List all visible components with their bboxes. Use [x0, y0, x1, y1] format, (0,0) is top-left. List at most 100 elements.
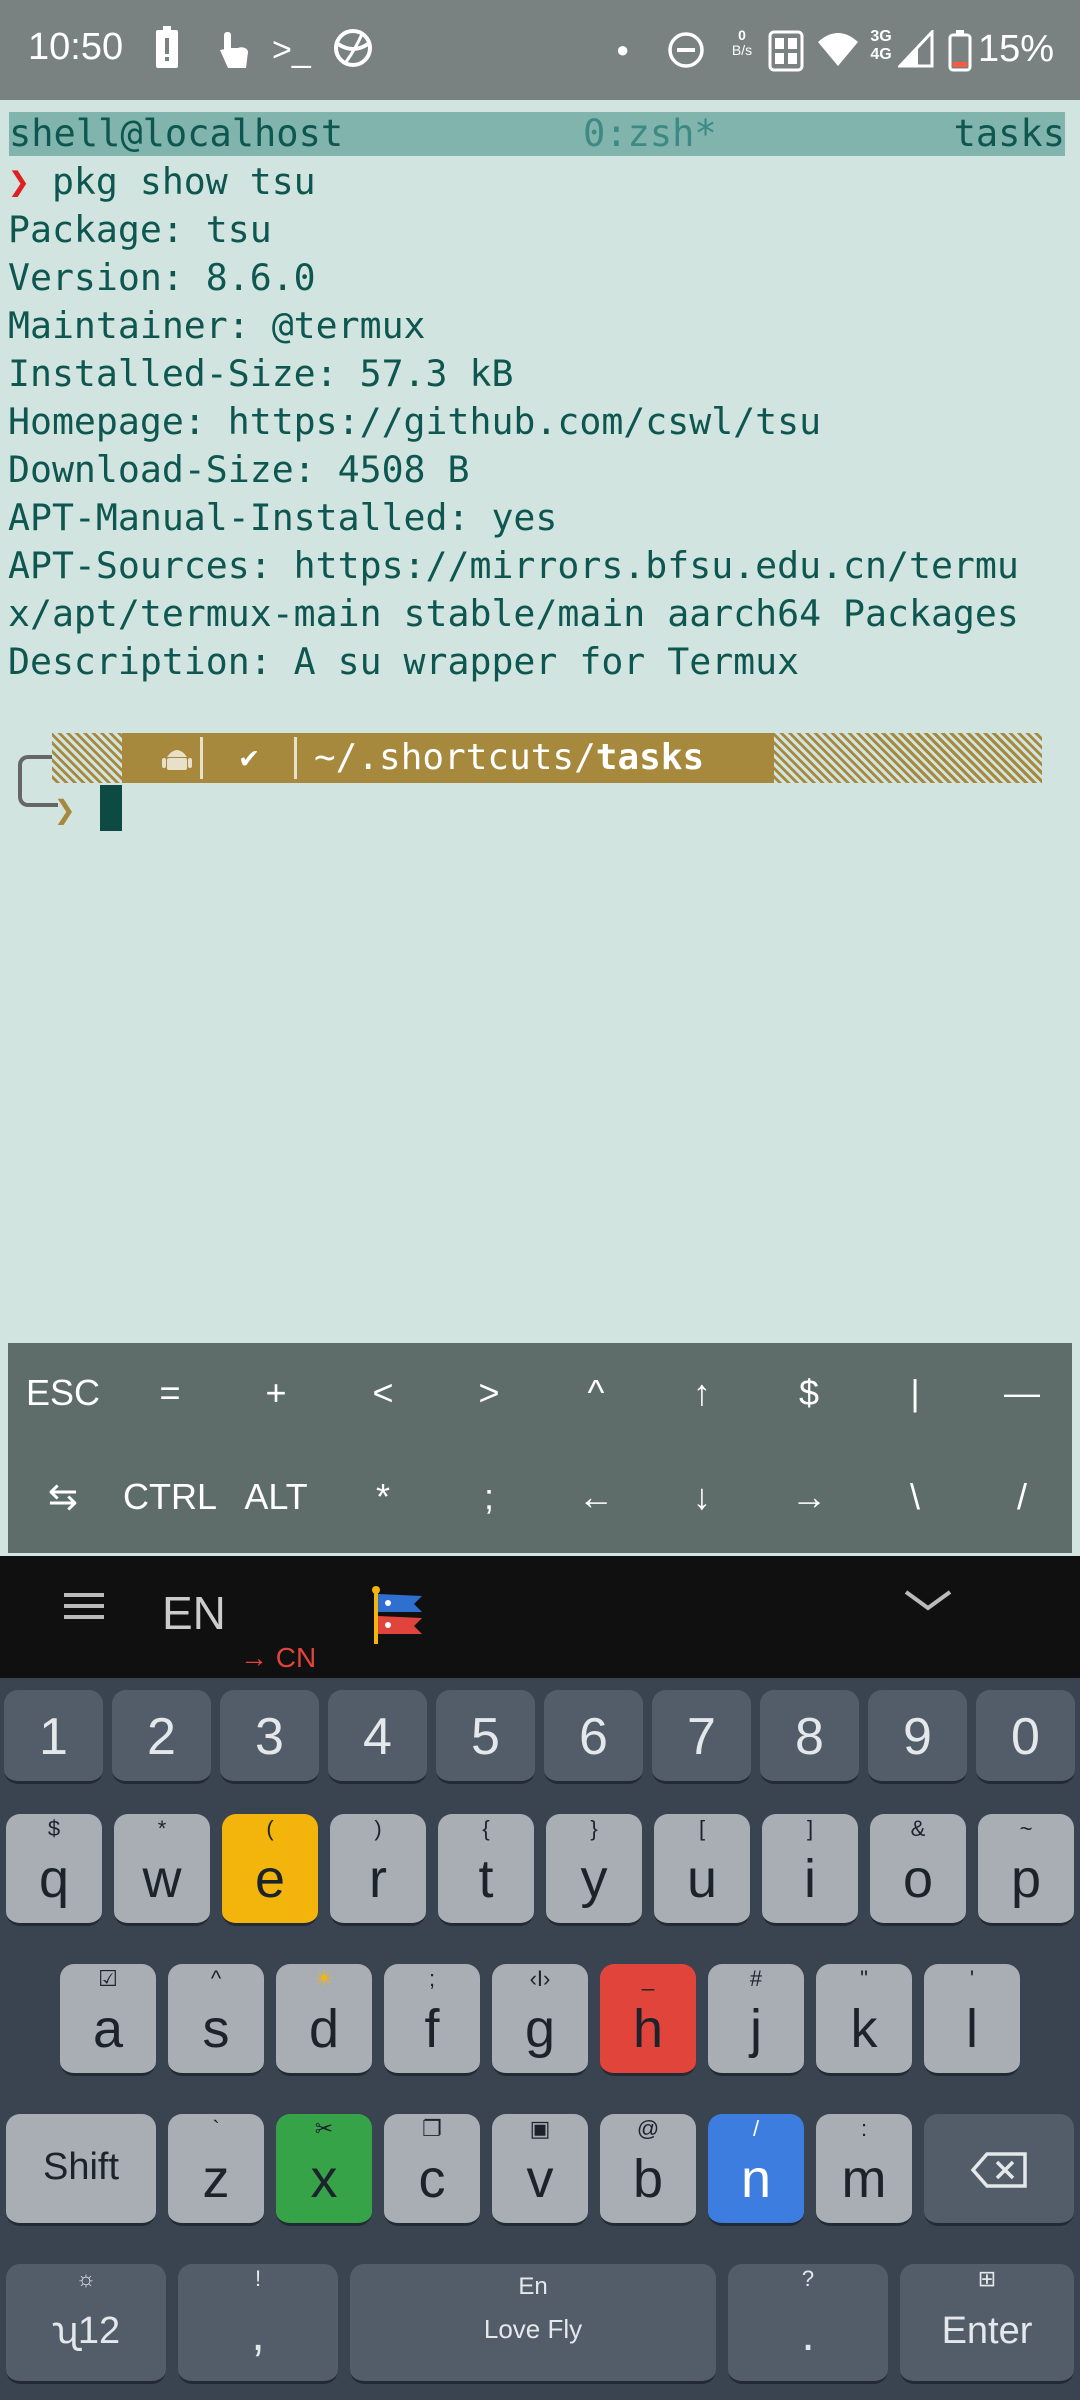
extra-key-down[interactable]: ↓: [649, 1447, 755, 1547]
key-l[interactable]: ' l: [924, 1964, 1020, 2076]
key-a-label: a: [92, 1999, 124, 2059]
extra-key-greater-than[interactable]: >: [436, 1343, 542, 1443]
key-w-label: w: [142, 1849, 182, 1909]
key-u-label: u: [686, 1849, 718, 1909]
tmux-status-bar: shell@localhost 0:zsh* tasks: [9, 112, 1065, 156]
extra-key-asterisk[interactable]: *: [330, 1447, 436, 1547]
extra-key-right[interactable]: →: [756, 1447, 862, 1547]
key-f[interactable]: ; f: [384, 1964, 480, 2076]
extra-key-dollar[interactable]: $: [756, 1343, 862, 1443]
extra-key-ctrl[interactable]: CTRL: [117, 1447, 223, 1547]
tmux-session-host: shell@localhost: [9, 112, 344, 155]
key-k-alt: ": [860, 1966, 868, 1991]
extra-key-esc[interactable]: ESC: [10, 1343, 116, 1443]
period-key[interactable]: ?.: [728, 2264, 888, 2384]
key-g[interactable]: ‹I› g: [492, 1964, 588, 2076]
symbols-key[interactable]: ☼ ʯ12: [6, 2264, 166, 2384]
extra-key-plus[interactable]: +: [223, 1343, 329, 1443]
prompt-dither-left: [52, 733, 122, 783]
key-m[interactable]: :m: [816, 2114, 912, 2226]
key-1[interactable]: 1: [4, 1690, 103, 1784]
key-r-alt: ): [374, 1816, 382, 1841]
key-b[interactable]: @ b: [600, 2114, 696, 2226]
output-line: Package: tsu: [8, 208, 272, 251]
key-s-label: s: [202, 1999, 230, 2059]
backspace-key[interactable]: [924, 2114, 1074, 2226]
shift-key[interactable]: Shift: [6, 2114, 156, 2226]
terminal-view[interactable]: shell@localhost 0:zsh* tasks ❯ pkg show …: [0, 100, 1080, 1340]
key-e-label: e: [254, 1849, 286, 1909]
output-line: Homepage: https://github.com/cswl/tsu: [8, 400, 822, 443]
key-n-alt: /: [752, 2116, 760, 2141]
key-6[interactable]: 6: [544, 1690, 643, 1784]
key-o-label: o: [902, 1849, 934, 1909]
key-q[interactable]: $ q: [6, 1814, 102, 1926]
key-t[interactable]: {t: [438, 1814, 534, 1926]
keyboard-language[interactable]: EN: [162, 1586, 226, 1640]
key-2[interactable]: 2: [112, 1690, 211, 1784]
key-a-alt: ☑: [98, 1966, 118, 1991]
enter-key[interactable]: ⊞ Enter: [900, 2264, 1074, 2384]
key-j-label: j: [750, 1999, 762, 2059]
space-key[interactable]: En Love Fly: [350, 2264, 716, 2384]
key-z-label: z: [202, 2149, 230, 2209]
key-s[interactable]: ^ s: [168, 1964, 264, 2076]
key-c[interactable]: ❐ c: [384, 2114, 480, 2226]
period-key-alt: ?: [801, 2266, 815, 2291]
key-j[interactable]: # j: [708, 1964, 804, 2076]
output-line: Installed-Size: 57.3 kB: [8, 352, 514, 395]
output-line: Version: 8.6.0: [8, 256, 316, 299]
koinobori-flag-icon[interactable]: [370, 1586, 430, 1646]
key-y-alt: }: [590, 1816, 598, 1841]
prompt-dither-right: [774, 733, 1042, 783]
key-b-alt: @: [636, 2116, 660, 2141]
terminal-icon: >_: [272, 31, 311, 69]
extra-key-semicolon[interactable]: ;: [436, 1447, 542, 1547]
key-e[interactable]: (e: [222, 1814, 318, 1926]
enter-key-alt: ⊞: [977, 2266, 997, 2291]
key-v-alt: ▣: [529, 2116, 551, 2141]
sim-icon: [768, 30, 804, 83]
extra-key-caret[interactable]: ^: [543, 1343, 649, 1443]
key-a[interactable]: ☑ a: [60, 1964, 156, 2076]
extra-key-dash[interactable]: —: [969, 1343, 1075, 1443]
key-8[interactable]: 8: [760, 1690, 859, 1784]
key-d[interactable]: ☀ d: [276, 1964, 372, 2076]
key-o[interactable]: & o: [870, 1814, 966, 1926]
keyboard-language-switch[interactable]: → CN: [240, 1642, 316, 1674]
key-9[interactable]: 9: [868, 1690, 967, 1784]
extra-key-equals[interactable]: =: [117, 1343, 223, 1443]
keyboard-collapse-icon[interactable]: [900, 1586, 956, 1616]
keyboard-menu-icon[interactable]: [64, 1586, 104, 1626]
extra-key-backslash[interactable]: \: [862, 1447, 968, 1547]
key-y[interactable]: } y: [546, 1814, 642, 1926]
key-4[interactable]: 4: [328, 1690, 427, 1784]
extra-key-up[interactable]: ↑: [649, 1343, 755, 1443]
comma-key[interactable]: !,: [178, 2264, 338, 2384]
key-n[interactable]: / n: [708, 2114, 804, 2226]
key-k[interactable]: " k: [816, 1964, 912, 2076]
comma-key-alt: !: [254, 2266, 262, 2291]
key-r[interactable]: ) r: [330, 1814, 426, 1926]
extra-key-slash[interactable]: /: [969, 1447, 1075, 1547]
key-p[interactable]: ~ p: [978, 1814, 1074, 1926]
key-7[interactable]: 7: [652, 1690, 751, 1784]
key-u[interactable]: [u: [654, 1814, 750, 1926]
key-v[interactable]: ▣ v: [492, 2114, 588, 2226]
extra-key-left[interactable]: ←: [543, 1447, 649, 1547]
key-w[interactable]: * w: [114, 1814, 210, 1926]
extra-key-less-than[interactable]: <: [330, 1343, 436, 1443]
key-i[interactable]: ] i: [762, 1814, 858, 1926]
key-z[interactable]: ` z: [168, 2114, 264, 2226]
key-3[interactable]: 3: [220, 1690, 319, 1784]
extra-key-alt[interactable]: ALT: [223, 1447, 329, 1547]
extra-key-tab[interactable]: ⇆: [10, 1447, 116, 1547]
output-line: Download-Size: 4508 B: [8, 448, 470, 491]
extra-key-pipe[interactable]: |: [862, 1343, 968, 1443]
key-0[interactable]: 0: [976, 1690, 1075, 1784]
key-x[interactable]: ✂ x: [276, 2114, 372, 2226]
key-g-alt: ‹I›: [529, 1966, 551, 1991]
key-h[interactable]: _ h: [600, 1964, 696, 2076]
key-5[interactable]: 5: [436, 1690, 535, 1784]
key-f-label: f: [424, 1999, 440, 2059]
